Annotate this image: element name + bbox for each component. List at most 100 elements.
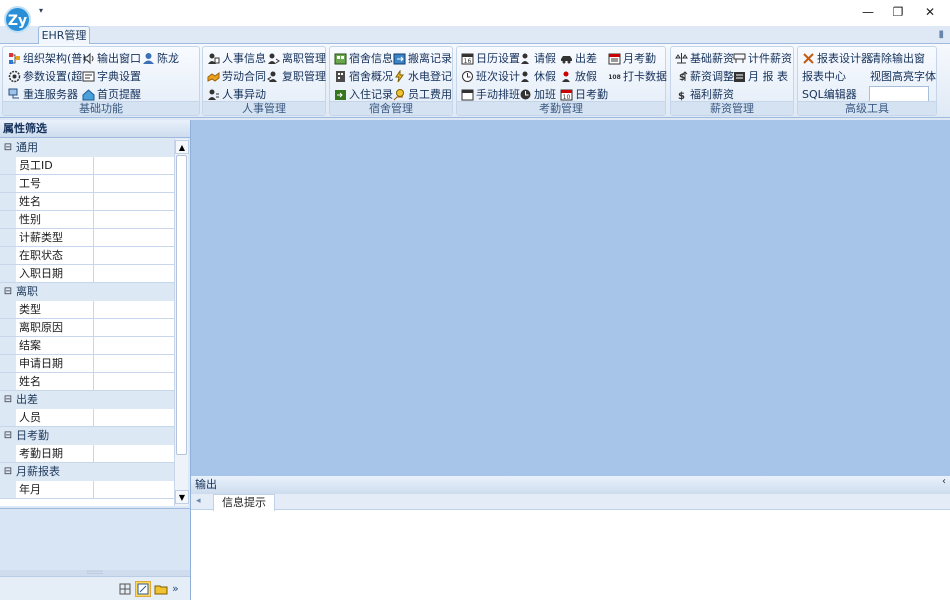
- category-row[interactable]: ⊟ 离职: [0, 283, 174, 301]
- parameter-settings-button[interactable]: 参数设置(超): [8, 68, 87, 85]
- dorm-overview-button[interactable]: 宿舍概况: [334, 68, 393, 85]
- utility-register-button[interactable]: 水电登记: [393, 68, 452, 85]
- report-center-button[interactable]: 报表中心: [802, 68, 846, 85]
- collapse-toggle-icon[interactable]: ⊟: [0, 463, 16, 481]
- property-row[interactable]: 离职原因: [0, 319, 174, 337]
- piece-salary-button[interactable]: 计件薪资: [733, 50, 792, 67]
- row-gutter: [0, 409, 16, 426]
- vacation-button[interactable]: 休假: [519, 68, 556, 85]
- scroll-up-arrow[interactable]: ▲: [175, 140, 189, 154]
- output-collapse-button[interactable]: ‹: [942, 476, 946, 487]
- dictionary-settings-button[interactable]: 字典设置: [82, 68, 141, 85]
- filter-view-button[interactable]: [135, 581, 151, 597]
- property-row[interactable]: 计薪类型: [0, 229, 174, 247]
- property-row[interactable]: 考勤日期: [0, 445, 174, 463]
- dollar-arrows-icon: $: [675, 70, 688, 83]
- svg-text:10: 10: [563, 94, 571, 101]
- property-value-field[interactable]: [94, 247, 174, 264]
- view-highlight-font-button[interactable]: 视图高亮字体: [870, 68, 936, 85]
- collapse-toggle-icon[interactable]: ⊟: [0, 427, 16, 445]
- monthly-attendance-button[interactable]: 月考勤: [608, 50, 656, 67]
- punch-data-button[interactable]: 108 打卡数据: [608, 68, 667, 85]
- base-salary-button[interactable]: 基础薪资: [675, 50, 734, 67]
- quick-access-dropdown[interactable]: ▾: [39, 6, 43, 15]
- move-out-record-button[interactable]: 搬离记录: [393, 50, 452, 67]
- business-trip-button[interactable]: 出差: [560, 50, 597, 67]
- row-gutter: [0, 193, 16, 210]
- property-value-field[interactable]: [94, 337, 174, 354]
- vertical-scrollbar[interactable]: ▲ ▼: [174, 139, 189, 506]
- current-user-button[interactable]: 陈龙: [142, 50, 179, 67]
- property-value-field[interactable]: [94, 355, 174, 372]
- minimize-button[interactable]: —: [858, 4, 878, 20]
- monthly-report-button[interactable]: 月 报 表: [733, 68, 788, 85]
- holiday-button[interactable]: 放假: [560, 68, 597, 85]
- property-value-field[interactable]: [94, 175, 174, 192]
- grid-view-button[interactable]: [117, 581, 133, 597]
- dorm-icon: [334, 52, 347, 65]
- report-designer-button[interactable]: 报表设计器: [802, 50, 872, 67]
- dorm-info-button[interactable]: 宿舍信息: [334, 50, 393, 67]
- property-value-field[interactable]: [94, 319, 174, 336]
- folder-view-button[interactable]: [153, 581, 169, 597]
- category-row[interactable]: ⊟ 出差: [0, 391, 174, 409]
- property-value-field[interactable]: [94, 409, 174, 426]
- category-row[interactable]: ⊟ 月薪报表: [0, 463, 174, 481]
- tab-info-tips[interactable]: 信息提示: [213, 494, 275, 511]
- scroll-thumb[interactable]: [176, 155, 187, 455]
- collapse-toggle-icon[interactable]: ⊟: [0, 283, 16, 301]
- property-value-field[interactable]: [94, 265, 174, 282]
- property-value-field[interactable]: [94, 193, 174, 210]
- category-label: 日考勤: [16, 429, 49, 442]
- personnel-info-button[interactable]: 人事信息: [207, 50, 266, 67]
- restore-button[interactable]: ❐: [888, 4, 908, 20]
- tab-scroll-left-icon[interactable]: ◂: [196, 496, 201, 506]
- property-row[interactable]: 入职日期: [0, 265, 174, 283]
- shift-design-button[interactable]: 班次设计: [461, 68, 520, 85]
- property-row[interactable]: 性别: [0, 211, 174, 229]
- org-structure-button[interactable]: 组织架构(普): [8, 50, 87, 67]
- collapse-toggle-icon[interactable]: ⊟: [0, 391, 16, 409]
- scroll-down-arrow[interactable]: ▼: [175, 490, 189, 504]
- pin-icon[interactable]: ▮: [938, 29, 944, 40]
- property-value-field[interactable]: [94, 445, 174, 462]
- property-row[interactable]: 姓名: [0, 193, 174, 211]
- property-row[interactable]: 年月: [0, 481, 174, 499]
- property-row[interactable]: 人员: [0, 409, 174, 427]
- salary-adjustment-button[interactable]: $ 薪资调整: [675, 68, 734, 85]
- property-row[interactable]: 申请日期: [0, 355, 174, 373]
- property-row[interactable]: 员工ID: [0, 157, 174, 175]
- property-row[interactable]: 姓名: [0, 373, 174, 391]
- collapse-toggle-icon[interactable]: ⊟: [0, 139, 16, 157]
- category-row[interactable]: ⊟ 日考勤: [0, 427, 174, 445]
- property-value-field[interactable]: [94, 373, 174, 390]
- reinstatement-management-button[interactable]: 复职管理: [267, 68, 326, 85]
- property-value-field[interactable]: [94, 157, 174, 174]
- property-value-field[interactable]: [94, 211, 174, 228]
- resignation-management-button[interactable]: 离职管理: [267, 50, 326, 67]
- property-row[interactable]: 在职状态: [0, 247, 174, 265]
- category-row[interactable]: ⊟ 通用: [0, 139, 174, 157]
- output-window-button[interactable]: 输出窗口: [82, 50, 141, 67]
- category-label: 通用: [16, 141, 38, 154]
- property-value-field[interactable]: [94, 229, 174, 246]
- app-logo[interactable]: Zy: [4, 6, 31, 33]
- report-icon: [733, 70, 746, 83]
- piece-rate-icon: [733, 52, 746, 65]
- grid-icon: [118, 582, 132, 596]
- leave-request-button[interactable]: 请假: [519, 50, 556, 67]
- clear-output-button[interactable]: 清除输出窗: [870, 50, 925, 67]
- property-row[interactable]: 类型: [0, 301, 174, 319]
- more-button[interactable]: »: [171, 581, 187, 597]
- property-value-field[interactable]: [94, 301, 174, 318]
- property-row[interactable]: 结案: [0, 337, 174, 355]
- property-name: 入职日期: [16, 265, 94, 282]
- month-calendar-icon: [608, 52, 621, 65]
- labor-contract-button[interactable]: 劳动合同: [207, 68, 266, 85]
- calendar-settings-button[interactable]: 16 日历设置: [461, 50, 520, 67]
- close-button[interactable]: ✕: [920, 4, 940, 20]
- tab-ehr[interactable]: EHR管理: [38, 26, 90, 45]
- property-value-field[interactable]: [94, 481, 174, 498]
- property-row[interactable]: 工号: [0, 175, 174, 193]
- property-name: 姓名: [16, 373, 94, 390]
